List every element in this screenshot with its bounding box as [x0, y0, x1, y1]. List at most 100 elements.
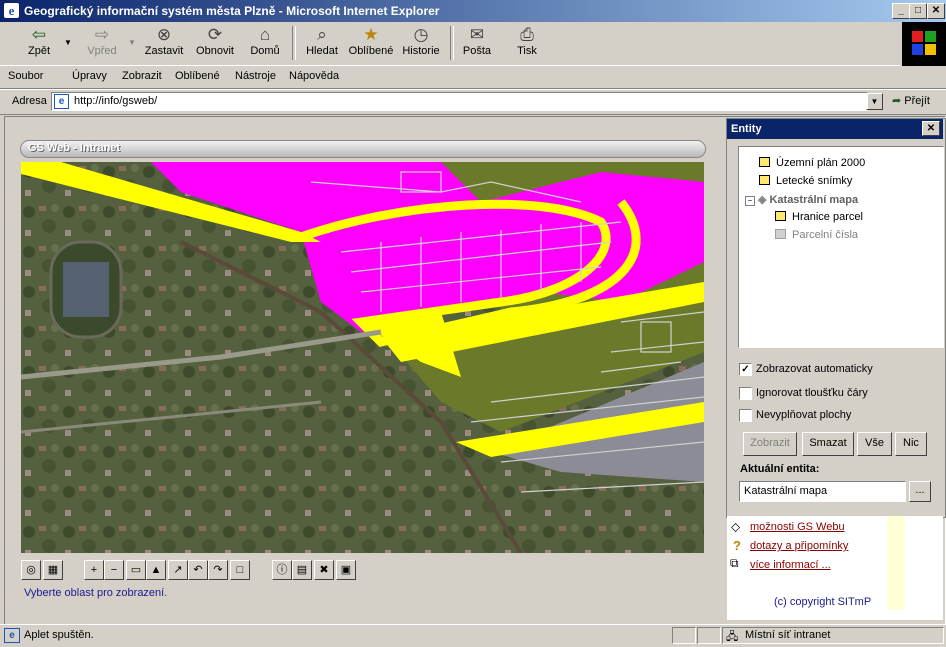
- status-text: Aplet spuštěn.: [24, 629, 94, 641]
- current-entity-field[interactable]: Katastrální mapa: [739, 481, 906, 502]
- measure-icon[interactable]: ▤: [292, 560, 312, 580]
- menu-edit[interactable]: Úpravy: [72, 70, 107, 82]
- tree-item-parcel-numbers[interactable]: Parcelní čísla: [775, 229, 858, 241]
- gsweb-header: GS Web - Intranet: [20, 140, 706, 158]
- status-bar: e Aplet spuštěn. 🖧 Místní síť intranet: [0, 624, 946, 646]
- group-layer-icon: ◈: [758, 194, 767, 206]
- current-entity-label: Aktuální entita:: [740, 463, 820, 475]
- entity-tree[interactable]: Územní plán 2000 Letecké snímky − ◈ Katast…: [738, 146, 944, 348]
- forward-dropdown-icon[interactable]: ▼: [128, 38, 136, 47]
- address-label: Adresa: [12, 95, 47, 107]
- layer-square-icon: [775, 211, 786, 221]
- home-icon: ⌂: [259, 25, 271, 44]
- minimize-button[interactable]: _: [892, 3, 910, 19]
- clear-selection-icon[interactable]: ✖: [314, 560, 334, 580]
- print-button[interactable]: ⎙ Tisk: [512, 24, 542, 62]
- menu-view[interactable]: Zobrazit: [122, 70, 162, 82]
- questions-link[interactable]: dotazy a připomínky: [750, 540, 848, 552]
- more-info-link[interactable]: více informací ...: [750, 559, 831, 571]
- toolbar-divider: [292, 26, 296, 60]
- refresh-button[interactable]: ⟳ Obnovit: [193, 24, 237, 62]
- favorites-icon: ★: [363, 25, 379, 44]
- gsweb-title: GS Web - Intranet: [28, 142, 121, 154]
- delete-button[interactable]: Smazat: [802, 432, 854, 456]
- browse-button[interactable]: ...: [909, 481, 931, 502]
- menu-help[interactable]: Nápověda: [289, 70, 339, 82]
- search-button[interactable]: ⌕ Hledat: [302, 24, 342, 62]
- zoom-out-icon[interactable]: −: [104, 560, 124, 580]
- print-map-icon[interactable]: ▣: [336, 560, 356, 580]
- tree-item-land-use-plan[interactable]: Územní plán 2000: [759, 157, 865, 169]
- zoom-in-icon[interactable]: +: [84, 560, 104, 580]
- address-url: http://info/gsweb/: [74, 95, 158, 107]
- zoom-window-icon[interactable]: ▭: [126, 560, 146, 580]
- no-fill-checkbox[interactable]: [739, 409, 752, 422]
- menu-file[interactable]: Soubor: [8, 70, 43, 82]
- collapse-icon[interactable]: −: [745, 196, 755, 206]
- stop-button[interactable]: ⊗ Zastavit: [142, 24, 186, 62]
- mail-button[interactable]: ✉ Pošta: [460, 24, 494, 62]
- question-icon: ?: [733, 538, 741, 553]
- menu-tools[interactable]: Nástroje: [235, 70, 276, 82]
- go-button[interactable]: ➦ Přejít: [892, 94, 930, 107]
- go-arrow-icon: ➦: [892, 95, 902, 107]
- home-button[interactable]: ⌂ Domů: [246, 24, 284, 62]
- address-dropdown-icon[interactable]: ▼: [866, 93, 883, 110]
- ignore-line-width-label: Ignorovat tloušťku čáry: [756, 387, 868, 399]
- windows-logo: [902, 22, 946, 66]
- menu-bar: Soubor Úpravy Zobrazit Oblíbené Nástroje…: [0, 66, 946, 89]
- undo-view-icon[interactable]: ↶: [188, 560, 208, 580]
- current-entity-value: Katastrální mapa: [744, 485, 828, 497]
- show-button[interactable]: Zobrazit: [743, 432, 797, 456]
- back-dropdown-icon[interactable]: ▼: [64, 38, 72, 47]
- gsweb-options-link[interactable]: možnosti GS Webu: [750, 521, 845, 533]
- network-icon: 🖧: [726, 631, 739, 643]
- search-icon: ⌕: [317, 25, 327, 44]
- history-icon: ◷: [413, 25, 429, 44]
- close-window-button[interactable]: ✕: [927, 3, 945, 19]
- ie-icon: e: [4, 3, 19, 18]
- standard-toolbar: ⇦ Zpět ▼ ⇨ Vpřed ▼ ⊗ Zastavit ⟳ Obnovit …: [0, 22, 900, 66]
- redo-view-icon[interactable]: ↷: [208, 560, 228, 580]
- tree-item-parcel-boundaries[interactable]: Hranice parcel: [775, 211, 863, 223]
- mail-icon: ✉: [469, 25, 485, 44]
- map-image: [21, 162, 704, 553]
- no-fill-label: Nevyplňovat plochy: [756, 409, 852, 421]
- info-icon[interactable]: ⓘ: [272, 560, 292, 580]
- layer-square-icon: [775, 229, 786, 239]
- windows-icon: ⧉: [730, 556, 739, 570]
- print-icon: ⎙: [520, 25, 534, 44]
- forward-button[interactable]: ⇨ Vpřed: [82, 24, 122, 62]
- ignore-line-width-checkbox[interactable]: [739, 387, 752, 400]
- layer-square-icon: [759, 157, 770, 167]
- refresh-icon: ⟳: [207, 25, 223, 44]
- tag-icon: ⬦: [731, 519, 741, 534]
- favorites-button[interactable]: ★ Oblíbené: [347, 24, 395, 62]
- history-button[interactable]: ◷ Historie: [400, 24, 442, 62]
- status-pane: [672, 627, 696, 644]
- pan-icon[interactable]: ↗: [168, 560, 188, 580]
- close-panel-icon[interactable]: ✕: [922, 121, 940, 136]
- refresh-map-icon[interactable]: □: [230, 560, 250, 580]
- stop-icon: ⊗: [156, 25, 172, 44]
- menu-favorites[interactable]: Oblíbené: [175, 70, 220, 82]
- back-button[interactable]: ⇦ Zpět: [22, 24, 56, 62]
- address-input[interactable]: e http://info/gsweb/: [51, 92, 868, 111]
- page-status-icon: e: [4, 628, 20, 643]
- map-hint: Vyberte oblast pro zobrazení.: [24, 587, 168, 599]
- layers-tool-icon[interactable]: ▦: [43, 560, 63, 580]
- tree-item-aerial-photos[interactable]: Letecké snímky: [759, 175, 852, 187]
- entity-panel-header: Entity ✕: [727, 119, 943, 139]
- forward-arrow-icon: ⇨: [94, 25, 110, 44]
- select-none-button[interactable]: Nic: [895, 432, 927, 456]
- address-bar: Adresa e http://info/gsweb/ ▼ ➦ Přejít: [0, 89, 946, 115]
- zone-text: Místní síť intranet: [745, 629, 831, 641]
- maximize-button[interactable]: □: [909, 3, 927, 19]
- select-all-button[interactable]: Vše: [857, 432, 892, 456]
- map-view[interactable]: [21, 162, 704, 553]
- tree-item-cadastral-map[interactable]: − ◈ Katastrální mapa: [745, 193, 858, 206]
- auto-display-checkbox[interactable]: ✓: [739, 363, 752, 376]
- title-bar: e Geografický informační systém města Pl…: [0, 0, 946, 22]
- zoom-extent-icon[interactable]: ▲: [146, 560, 166, 580]
- globe-tool-icon[interactable]: ◎: [21, 560, 41, 580]
